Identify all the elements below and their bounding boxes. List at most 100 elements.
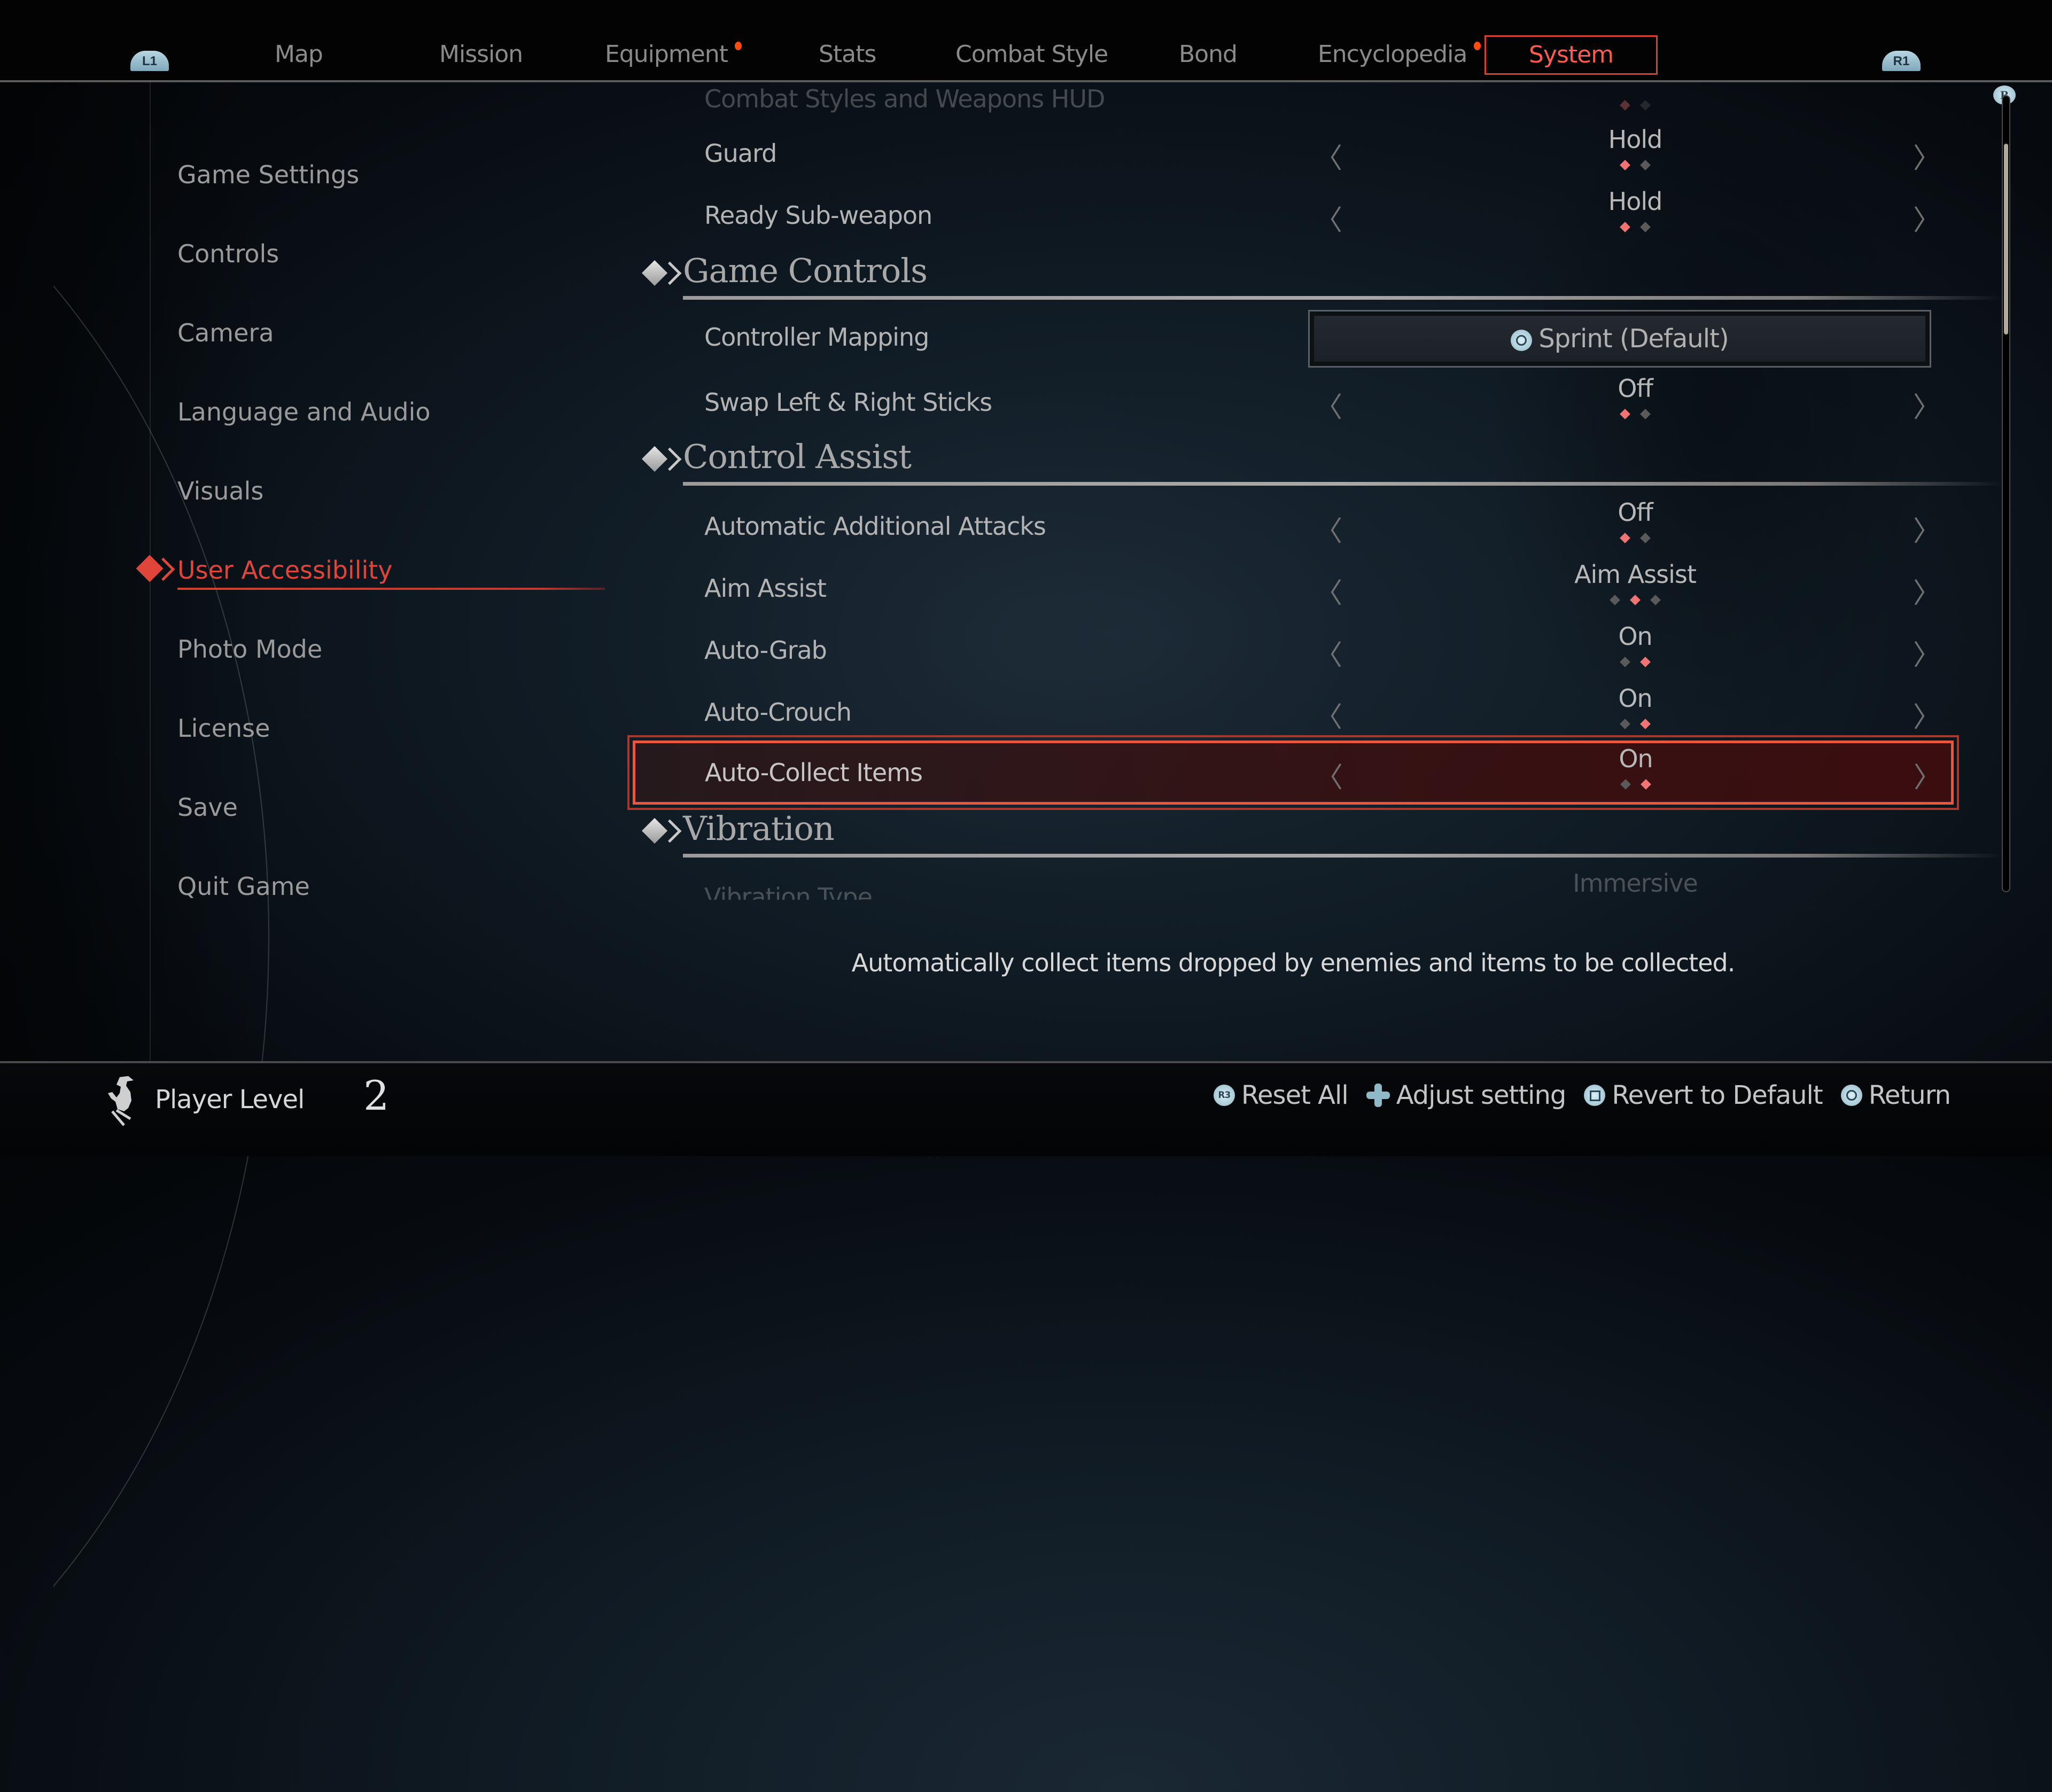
sidebar-item-photo-mode[interactable]: Photo Mode: [177, 635, 322, 664]
circle-button-icon: [1840, 1085, 1862, 1106]
section-title: Game Controls: [683, 251, 928, 290]
setting-label: Ready Sub-weapon: [704, 201, 932, 230]
tab-combat-style[interactable]: Combat Style: [955, 38, 1108, 71]
pip: [1640, 533, 1651, 543]
option-pips: [1357, 533, 1913, 546]
l1-button-icon[interactable]: L1: [130, 51, 169, 71]
section-rule: [683, 296, 2003, 300]
pip: [1620, 779, 1631, 790]
arrow-left-icon[interactable]: 〈: [1315, 198, 1342, 238]
arrow-right-icon[interactable]: 〉: [1913, 198, 1941, 238]
arrow-right-icon[interactable]: 〉: [1913, 571, 1941, 611]
pip-selected: [1640, 657, 1651, 667]
arrow-right-icon[interactable]: 〉: [1913, 136, 1941, 176]
arrow-left-icon[interactable]: 〈: [1315, 509, 1342, 549]
arrow-left-icon[interactable]: 〈: [1315, 695, 1342, 735]
section-title: Vibration: [683, 809, 835, 848]
controller-mapping-button[interactable]: Sprint (Default): [1308, 310, 1931, 368]
option-pips: [1357, 100, 1913, 113]
arrow-left-icon[interactable]: 〈: [1315, 136, 1342, 176]
setting-row-controller-mapping[interactable]: Controller Mapping Sprint (Default): [631, 308, 1956, 368]
pip-selected: [1640, 719, 1651, 729]
sidebar-item-visuals[interactable]: Visuals: [177, 477, 263, 505]
setting-row-ready-sub-weapon[interactable]: Ready Sub-weapon 〈 Hold 〉: [631, 186, 1956, 245]
setting-label: Vibration Type: [704, 883, 873, 900]
setting-label: Aim Assist: [704, 574, 827, 603]
tab-equipment[interactable]: Equipment: [605, 38, 742, 71]
sidebar-item-game-settings[interactable]: Game Settings: [177, 160, 359, 189]
pip-selected: [1620, 100, 1630, 111]
tab-encyclopedia[interactable]: Encyclopedia: [1318, 38, 1481, 71]
section-header-control-assist: Control Assist: [641, 435, 2003, 486]
sidebar-item-controls[interactable]: Controls: [177, 239, 279, 268]
option-pips: [1357, 657, 1913, 670]
section-chevron-icon: [658, 447, 682, 471]
hint-revert-to-default[interactable]: Revert to Default: [1584, 1080, 1823, 1110]
scrollbar-track[interactable]: [2002, 95, 2010, 892]
option-pips: [1357, 222, 1913, 235]
setting-row-automatic-additional-attacks[interactable]: Automatic Additional Attacks 〈 Off 〉: [631, 497, 1956, 556]
setting-row-aim-assist[interactable]: Aim Assist 〈 Aim Assist 〉: [631, 559, 1956, 618]
tab-system[interactable]: System: [1484, 35, 1658, 75]
hint-reset-all[interactable]: Reset All: [1213, 1080, 1349, 1110]
arrow-right-icon[interactable]: 〉: [1913, 633, 1941, 673]
hint-return[interactable]: Return: [1840, 1080, 1951, 1110]
sidebar-item-language-audio[interactable]: Language and Audio: [177, 398, 431, 426]
setting-row-combat-styles-hud[interactable]: Combat Styles and Weapons HUD: [631, 69, 1956, 128]
setting-description: Automatically collect items dropped by e…: [851, 948, 1736, 977]
tab-map[interactable]: Map: [275, 38, 323, 71]
square-button-icon: [1584, 1085, 1606, 1106]
setting-label: Swap Left & Right Sticks: [704, 388, 992, 417]
r3-button-icon: [1213, 1085, 1235, 1106]
tab-label: Stats: [819, 41, 876, 68]
sidebar-item-camera[interactable]: Camera: [177, 318, 274, 347]
tab-label: Bond: [1179, 41, 1238, 68]
sidebar-item-license[interactable]: License: [177, 714, 270, 743]
setting-value: Hold: [1608, 125, 1663, 154]
setting-value: Hold: [1608, 187, 1663, 216]
arrow-left-icon[interactable]: 〈: [1315, 385, 1342, 425]
mapping-value: Sprint (Default): [1538, 324, 1729, 354]
arrow-left-icon[interactable]: 〈: [1315, 755, 1343, 795]
arrow-right-icon[interactable]: 〉: [1913, 695, 1941, 735]
sidebar-item-save[interactable]: Save: [177, 793, 238, 822]
pip: [1620, 719, 1630, 729]
option-pips: [1357, 595, 1913, 608]
arrow-right-icon[interactable]: 〉: [1914, 755, 1941, 795]
sidebar-item-quit-game[interactable]: Quit Game: [177, 872, 310, 901]
scrollbar-thumb[interactable]: [2004, 144, 2008, 335]
setting-value: Immersive: [1573, 869, 1698, 898]
arrow-left-icon[interactable]: 〈: [1315, 571, 1342, 611]
setting-label: Guard: [704, 139, 777, 168]
setting-row-auto-crouch[interactable]: Auto-Crouch 〈 On 〉: [631, 683, 1956, 742]
setting-label: Auto-Grab: [704, 636, 827, 665]
setting-row-guard[interactable]: Guard 〈 Hold 〉: [631, 124, 1956, 183]
pip: [1610, 595, 1620, 605]
arrow-right-icon[interactable]: 〉: [1913, 509, 1941, 549]
arrow-right-icon[interactable]: 〉: [1913, 385, 1941, 425]
option-pips: [1357, 719, 1913, 732]
hint-adjust-setting[interactable]: Adjust setting: [1366, 1080, 1566, 1110]
tab-bond[interactable]: Bond: [1179, 38, 1238, 71]
setting-value: On: [1619, 744, 1653, 773]
setting-row-swap-sticks[interactable]: Swap Left & Right Sticks 〈 Off 〉: [631, 373, 1956, 432]
setting-row-auto-grab[interactable]: Auto-Grab 〈 On 〉: [631, 621, 1956, 680]
section-chevron-icon: [658, 819, 682, 843]
r1-button-icon[interactable]: R1: [1882, 51, 1921, 71]
hint-label: Revert to Default: [1612, 1080, 1823, 1110]
tab-mission[interactable]: Mission: [439, 38, 523, 71]
pip-selected: [1630, 595, 1641, 605]
setting-row-vibration-type[interactable]: Vibration Type Immersive: [631, 868, 1956, 900]
notification-dot-icon: [1474, 42, 1481, 50]
sidebar-item-user-accessibility[interactable]: User Accessibility: [177, 556, 393, 585]
setting-row-auto-collect-items[interactable]: Auto-Collect Items 〈 On 〉: [627, 735, 1959, 810]
section-title: Control Assist: [683, 437, 912, 476]
pip: [1620, 657, 1630, 667]
tab-label: Mission: [439, 41, 523, 68]
setting-value: On: [1618, 622, 1652, 651]
tab-stats[interactable]: Stats: [819, 38, 876, 71]
setting-value: Off: [1618, 374, 1653, 403]
player-level-value: 2: [363, 1072, 390, 1119]
pip-selected: [1641, 779, 1651, 790]
arrow-left-icon[interactable]: 〈: [1315, 633, 1342, 673]
